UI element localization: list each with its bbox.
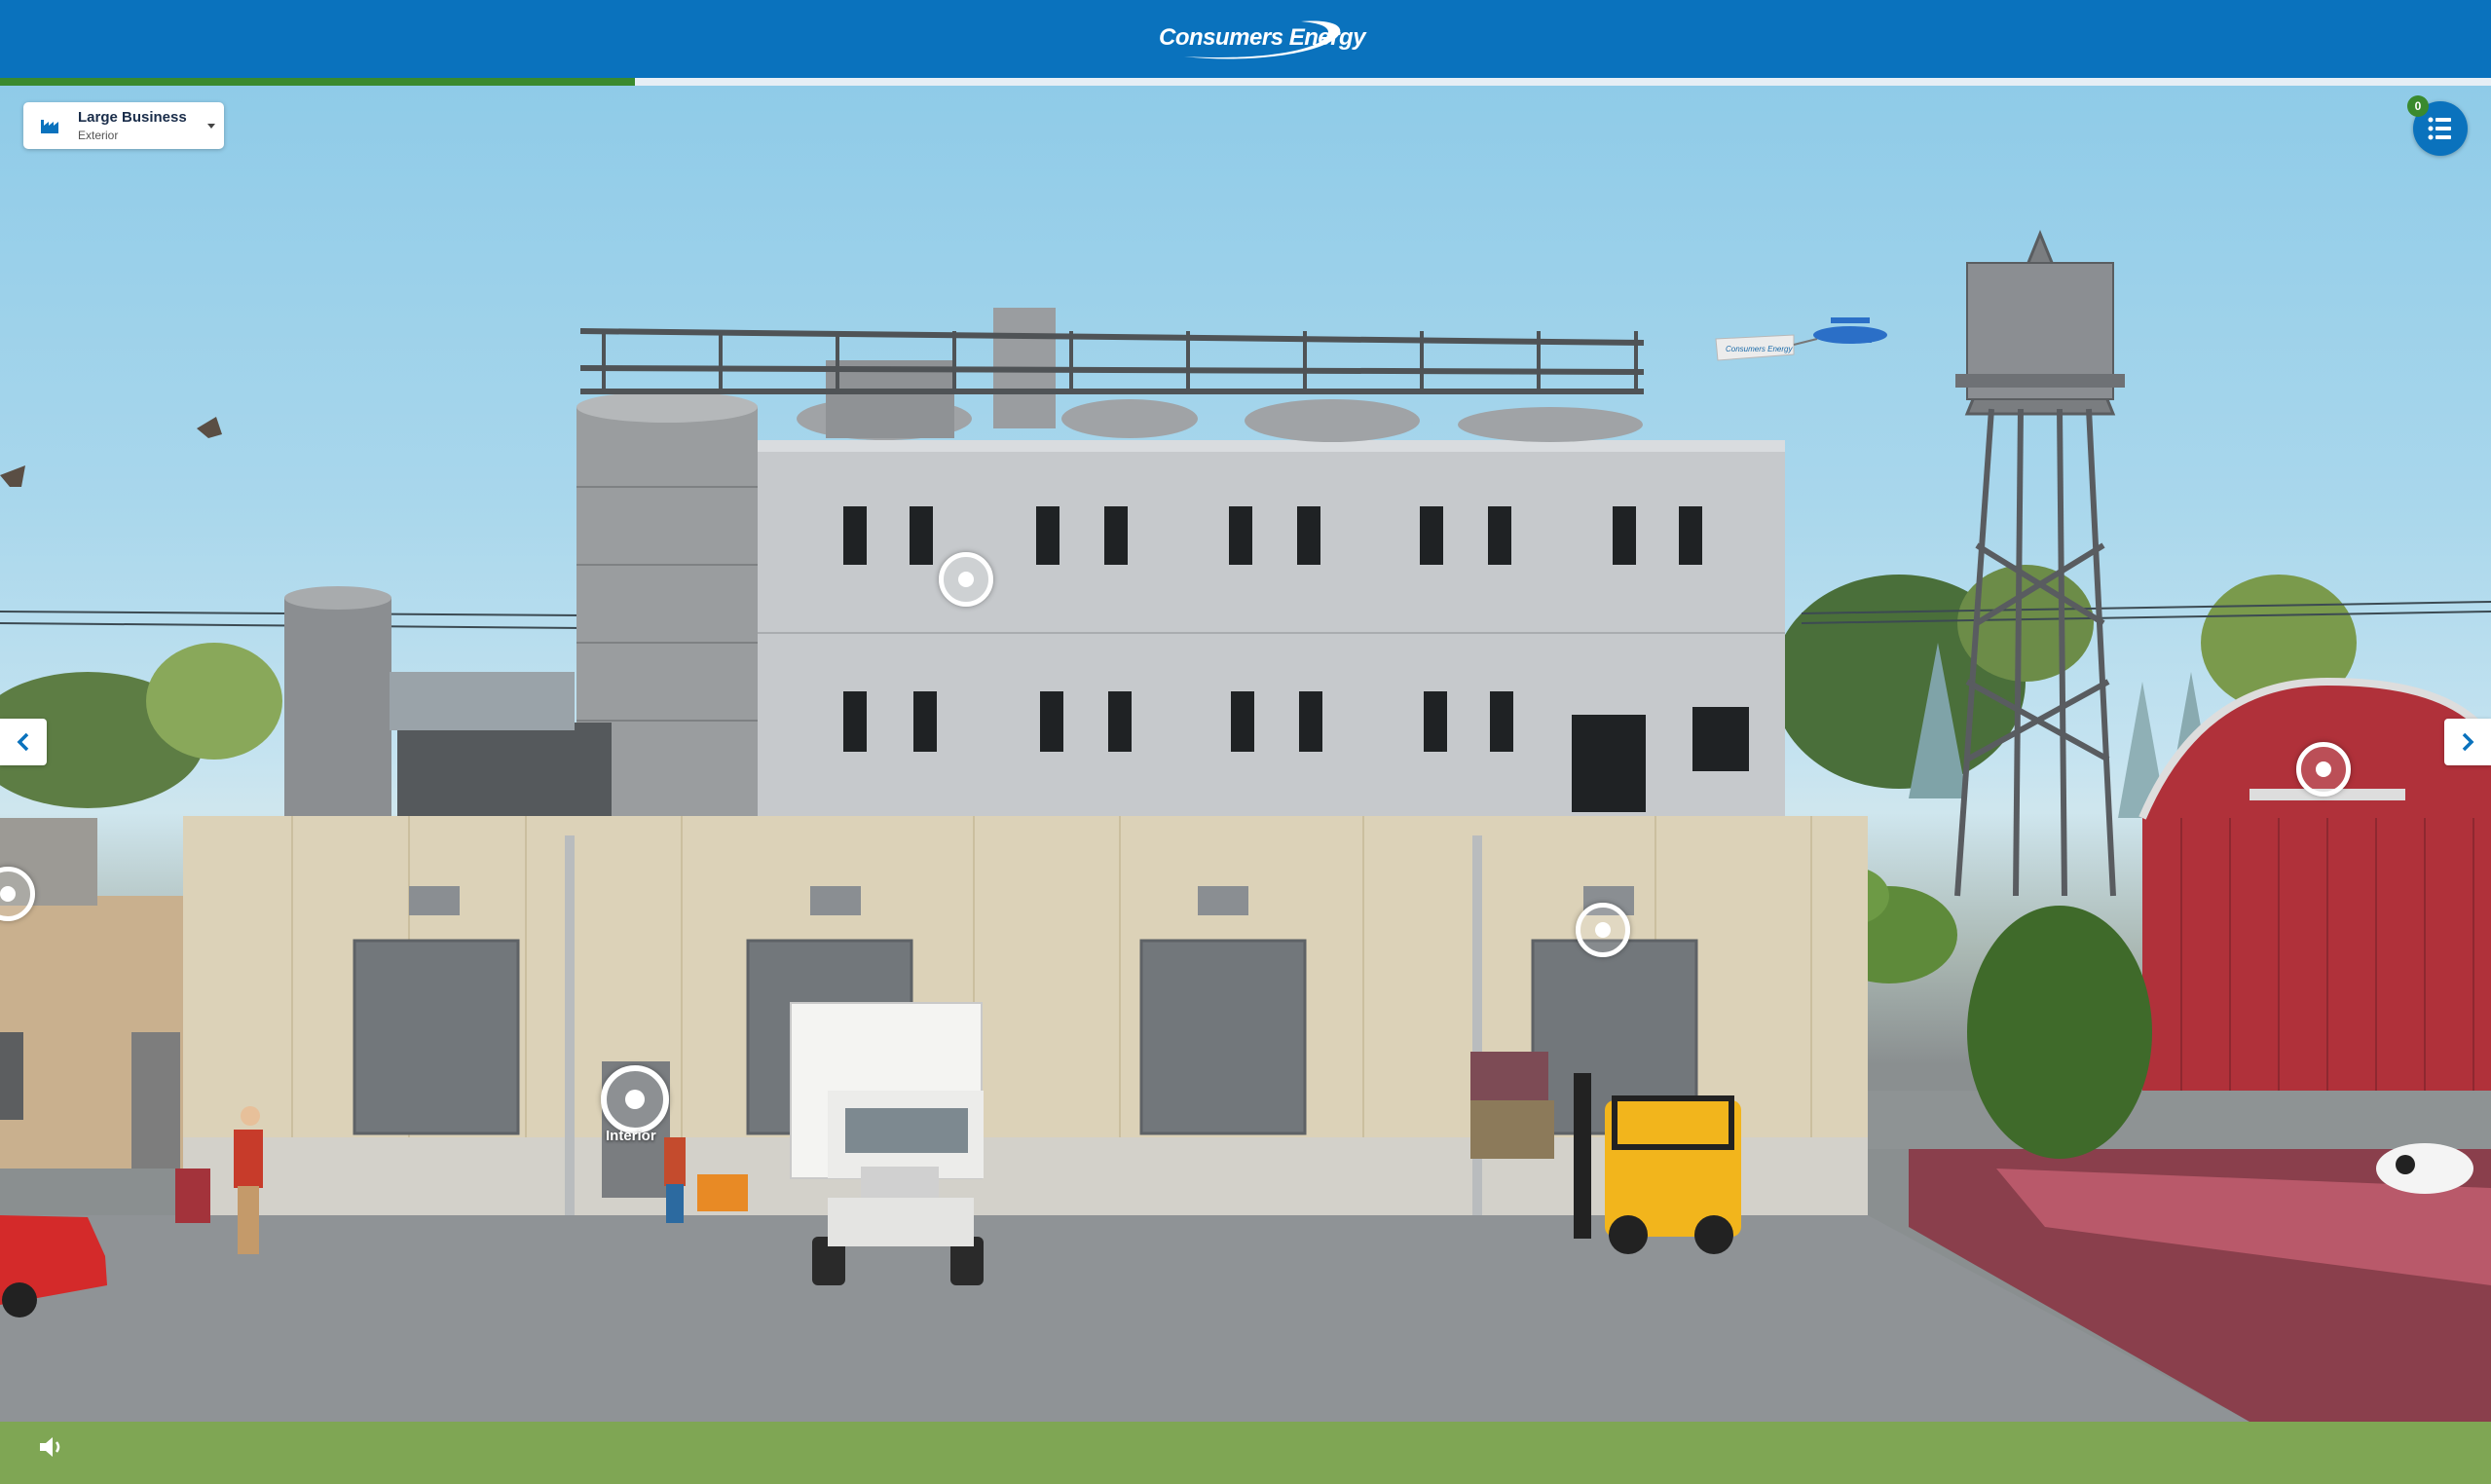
chevron-left-icon (17, 732, 29, 752)
location-title: Large Business (78, 109, 187, 126)
scene-photo: Consumers Energy (0, 86, 2491, 1484)
hotspot-barn[interactable] (2296, 742, 2351, 797)
caret-down-icon (207, 124, 215, 129)
hotspot-interior-label: Interior (606, 1128, 656, 1144)
factory-icon (41, 120, 58, 133)
bush (1967, 906, 2152, 1159)
location-selector[interactable]: Large Business Exterior (23, 102, 224, 149)
top-header-bar: Consumers Energy (0, 0, 2491, 78)
silos (284, 391, 758, 816)
app-root: Consumers Energy Consumers Energy Interi… (0, 0, 2491, 1484)
hotspot-upper-building[interactable] (939, 552, 993, 607)
left-brick-building (0, 818, 195, 1169)
birds (0, 417, 222, 487)
sound-toggle-button[interactable] (35, 1431, 66, 1463)
next-scene-button[interactable] (2444, 719, 2491, 765)
hotspot-interior[interactable] (601, 1065, 669, 1133)
banner-plane: Consumers Energy (1715, 317, 1887, 361)
previous-scene-button[interactable] (0, 719, 47, 765)
location-subtitle: Exterior (78, 129, 119, 142)
list-count-badge: 0 (2407, 95, 2429, 117)
chevron-right-icon (2462, 732, 2474, 752)
hotspot-loading-door[interactable] (1576, 903, 1630, 957)
scene-illustration: Consumers Energy (0, 230, 2491, 1484)
box-truck (790, 1002, 984, 1285)
road (1850, 1091, 2491, 1149)
tour-progress-fill (0, 78, 636, 86)
tour-progress-bar (0, 78, 2491, 86)
parking-lot (0, 1215, 2249, 1422)
upper-factory-building (579, 308, 1785, 820)
water-tower (1954, 230, 2125, 897)
grass-foreground (0, 1422, 2491, 1484)
logo-text: Consumers Energy (1159, 24, 1366, 51)
speaker-icon (40, 1437, 60, 1457)
plane-banner-text: Consumers Energy (1726, 345, 1793, 353)
